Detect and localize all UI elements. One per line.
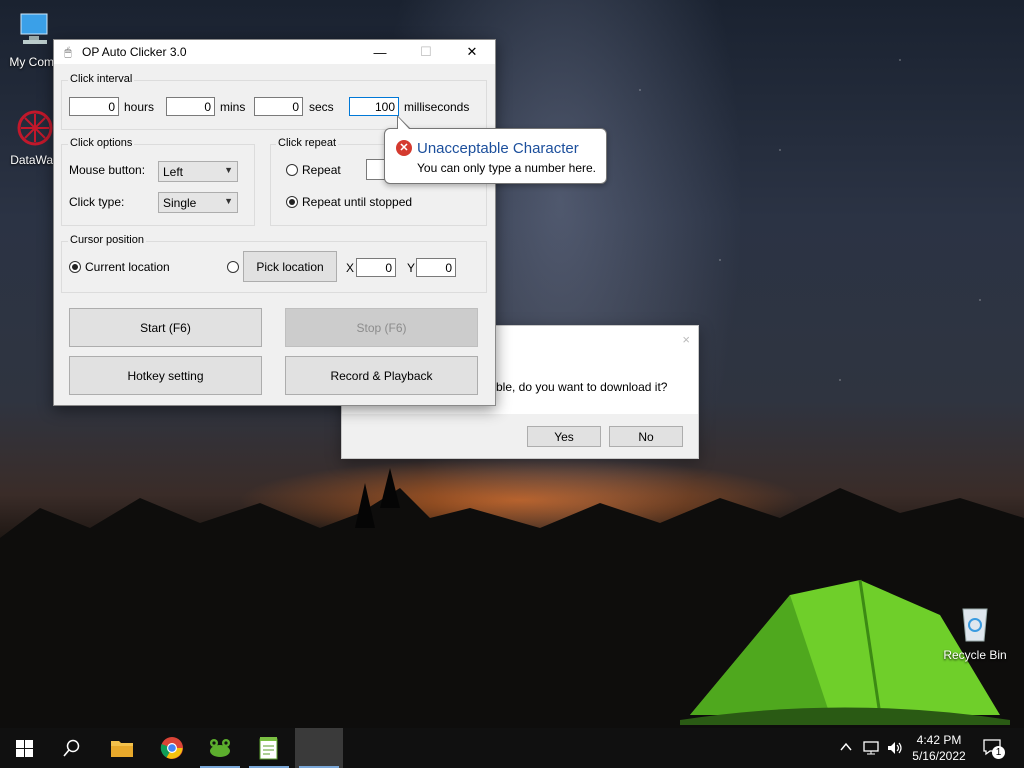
repeat-until-stopped-label[interactable]: Repeat until stopped <box>302 195 412 209</box>
click-options-label: Click options <box>68 137 135 149</box>
maximize-button[interactable]: ☐ <box>403 40 449 64</box>
milliseconds-unit-label: milliseconds <box>404 100 470 114</box>
y-input[interactable]: 0 <box>416 258 456 277</box>
dialog-no-button[interactable]: No <box>609 426 683 447</box>
datawagon-icon <box>17 110 53 146</box>
repeat-radio[interactable] <box>286 164 298 176</box>
x-input[interactable]: 0 <box>356 258 396 277</box>
window-title: OP Auto Clicker 3.0 <box>82 45 187 59</box>
click-options-group <box>61 144 255 226</box>
record-playback-button[interactable]: Record & Playback <box>285 356 478 395</box>
secs-input[interactable]: 0 <box>254 97 303 116</box>
clock[interactable]: 4:42 PM 5/16/2022 <box>910 732 968 764</box>
chevron-down-icon: ▼ <box>224 165 233 175</box>
clock-date: 5/16/2022 <box>912 749 966 763</box>
current-location-label[interactable]: Current location <box>85 260 170 274</box>
file-explorer-icon <box>111 741 133 757</box>
mins-input[interactable]: 0 <box>166 97 215 116</box>
y-label: Y <box>407 261 416 275</box>
milliseconds-input[interactable]: 100 <box>349 97 399 116</box>
search-button[interactable] <box>48 728 96 768</box>
mouse-button-value: Left <box>163 165 184 179</box>
mouse-button-label: Mouse button: <box>69 163 146 177</box>
hotkey-setting-button[interactable]: Hotkey setting <box>69 356 262 395</box>
click-type-label: Click type: <box>69 195 125 209</box>
mouse-icon: 🖱 <box>64 44 72 59</box>
tooltip-title: Unacceptable Character <box>417 140 579 157</box>
cursor-position-label: Cursor position <box>68 234 146 246</box>
op-auto-clicker-window: 🖱 OP Auto Clicker 3.0 — ☐ ✕ Click interv… <box>53 39 496 406</box>
notification-badge: 1 <box>992 746 1005 759</box>
close-button[interactable]: ✕ <box>449 40 495 64</box>
chevron-down-icon: ▼ <box>224 196 233 206</box>
repeat-until-stopped-radio[interactable] <box>286 196 298 208</box>
dialog-close-button[interactable]: × <box>682 332 690 347</box>
start-icon <box>15 739 33 757</box>
click-type-select[interactable]: Single ▼ <box>158 192 238 213</box>
dialog-message: ble, do you want to download it? <box>496 380 668 394</box>
file-explorer-button[interactable] <box>98 728 146 768</box>
repeat-radio-label[interactable]: Repeat <box>302 163 341 177</box>
tooltip-message: You can only type a number here. <box>417 161 597 175</box>
pick-location-radio[interactable] <box>227 261 239 273</box>
dialog-yes-button[interactable]: Yes <box>527 426 601 447</box>
start-button[interactable]: Start (F6) <box>69 308 262 347</box>
current-location-radio[interactable] <box>69 261 81 273</box>
chrome-icon <box>160 737 183 759</box>
dialog-footer: Yes No <box>342 414 698 458</box>
notification-center-button[interactable]: 1 <box>982 738 1005 759</box>
app-frog-icon <box>210 739 230 757</box>
app-notepad-icon <box>259 737 278 760</box>
minimize-button[interactable]: — <box>357 40 403 64</box>
x-label: X <box>346 261 355 275</box>
chrome-button[interactable] <box>148 728 196 768</box>
recycle-bin-icon <box>962 608 988 642</box>
mins-unit-label: mins <box>220 100 246 114</box>
mouse-button-select[interactable]: Left ▼ <box>158 161 238 182</box>
start-button-taskbar[interactable] <box>0 728 48 768</box>
error-tooltip: ✕ Unacceptable Character You can only ty… <box>384 115 607 184</box>
secs-unit-label: secs <box>309 100 334 114</box>
desktop-icon-label: Recycle Bin <box>943 648 1007 662</box>
click-interval-label: Click interval <box>68 73 135 85</box>
chevron-up-icon[interactable] <box>840 742 852 752</box>
tooltip-pointer-fill <box>398 117 410 130</box>
clock-time: 4:42 PM <box>916 733 962 747</box>
error-icon: ✕ <box>396 140 412 156</box>
hours-unit-label: hours <box>124 100 155 114</box>
notepad-app-button[interactable] <box>245 728 293 768</box>
taskbar: 4:42 PM 5/16/2022 1 <box>0 728 1024 768</box>
desktop-icon-recycle-bin[interactable]: Recycle Bin <box>938 603 1012 662</box>
click-repeat-label: Click repeat <box>276 137 339 149</box>
click-type-value: Single <box>163 196 197 210</box>
volume-icon[interactable] <box>886 740 904 756</box>
computer-icon <box>20 13 48 44</box>
hours-input[interactable]: 0 <box>69 97 119 116</box>
network-icon[interactable] <box>862 740 880 756</box>
active-window-button[interactable] <box>295 728 343 768</box>
title-bar[interactable]: 🖱 OP Auto Clicker 3.0 — ☐ ✕ <box>54 40 495 64</box>
frog-app-button[interactable] <box>196 728 244 768</box>
stop-button[interactable]: Stop (F6) <box>285 308 478 347</box>
search-icon <box>63 739 80 757</box>
pick-location-button[interactable]: Pick location <box>243 251 337 282</box>
